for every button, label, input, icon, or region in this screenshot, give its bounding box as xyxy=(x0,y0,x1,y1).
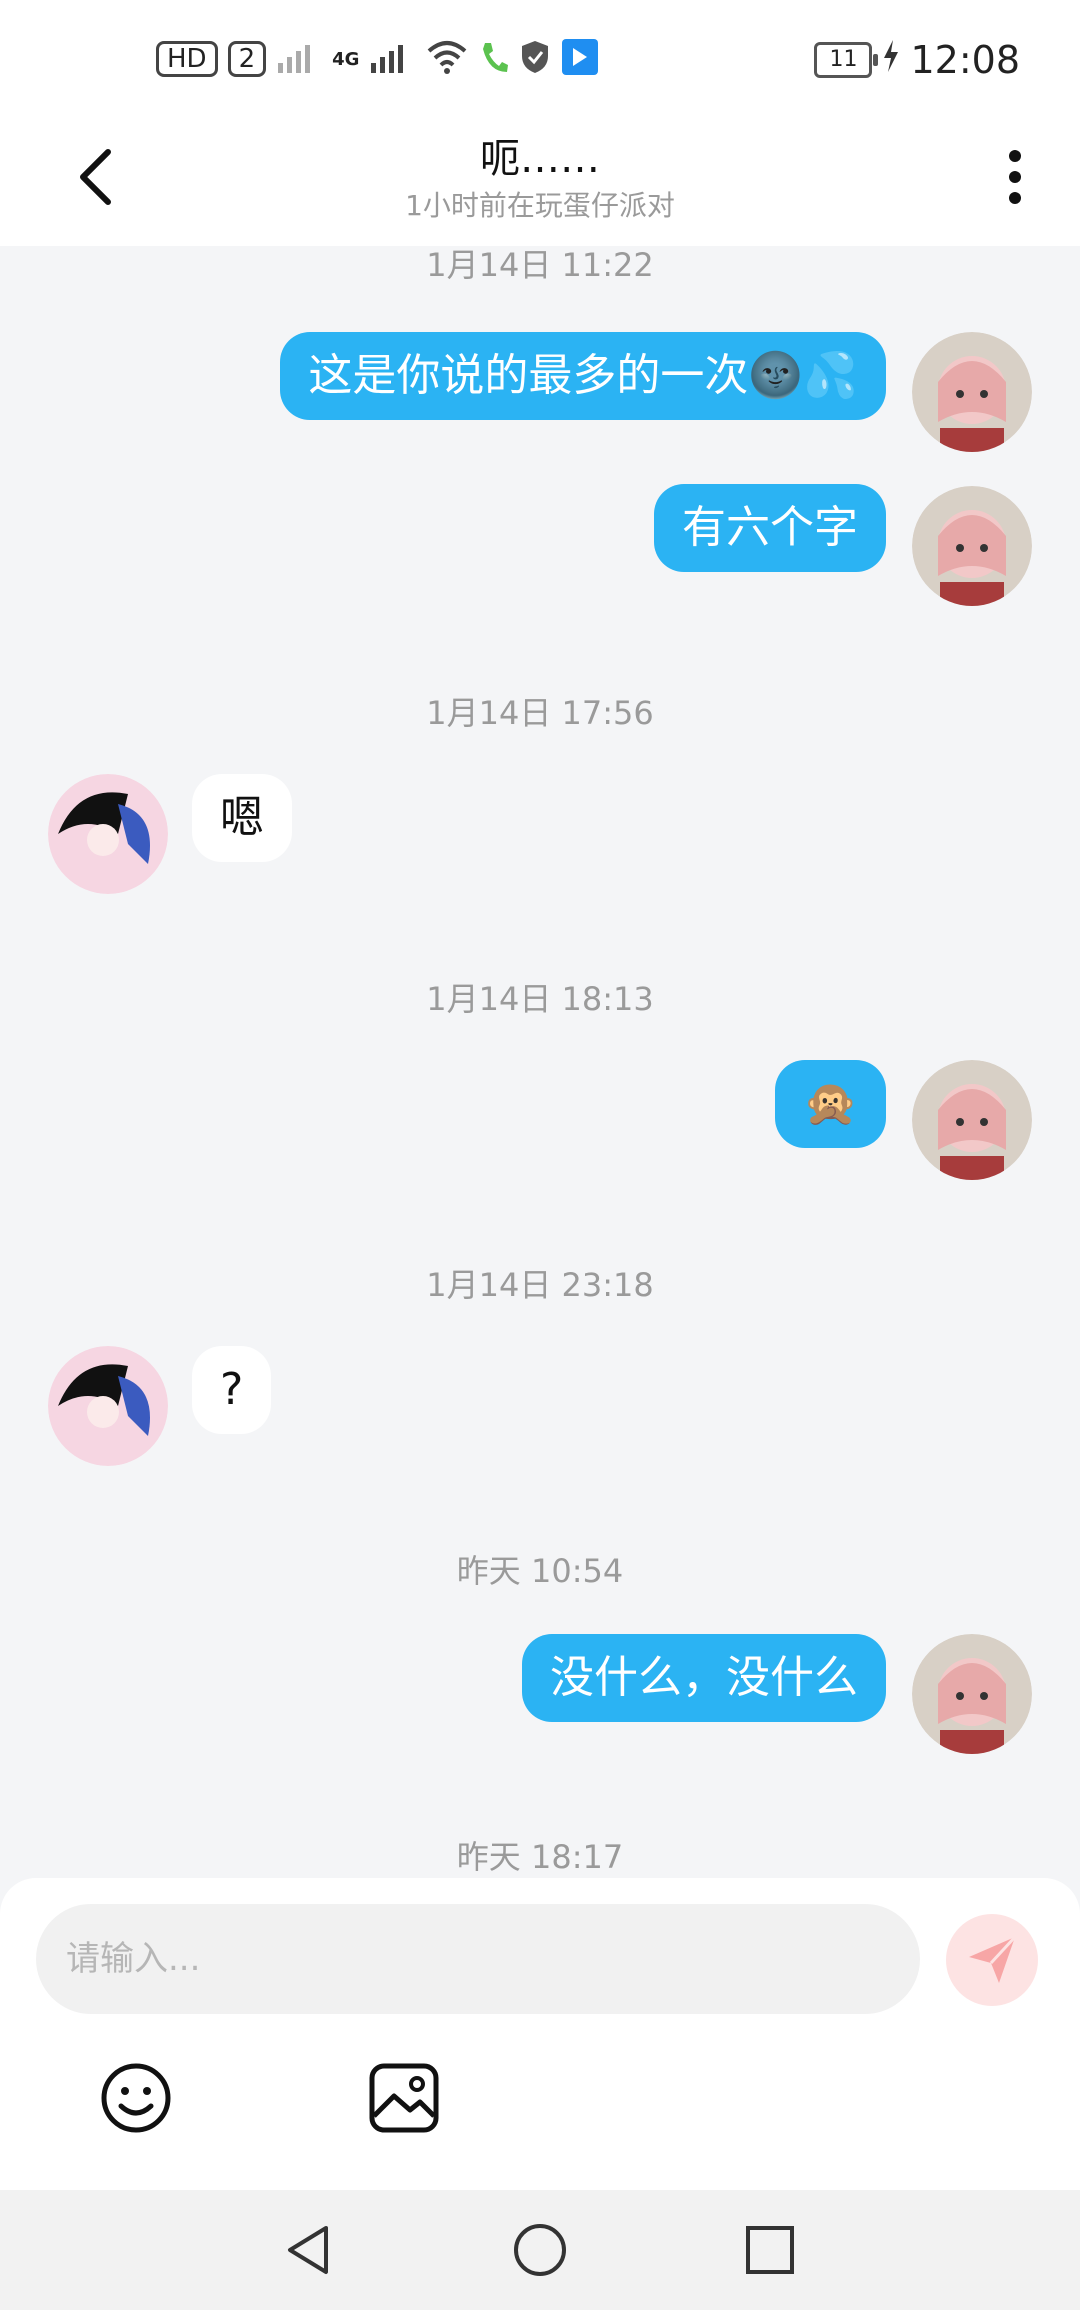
my-avatar[interactable] xyxy=(912,1634,1032,1754)
timestamp: 1月14日 11:22 xyxy=(426,246,654,284)
timestamp: 昨天 18:17 xyxy=(456,1838,624,1876)
sim-badge: 2 xyxy=(227,41,267,77)
system-nav-bar xyxy=(0,2190,1080,2310)
my-avatar[interactable] xyxy=(912,332,1032,452)
more-vertical-icon xyxy=(1009,150,1021,204)
hd-badge: HD xyxy=(156,41,218,77)
timestamp: 1月14日 18:13 xyxy=(426,980,654,1018)
clock: 12:08 xyxy=(910,38,1020,82)
timestamp: 1月14日 23:18 xyxy=(426,1266,654,1304)
signal-icon xyxy=(276,39,322,79)
nav-home-button[interactable] xyxy=(510,2220,570,2280)
more-button[interactable] xyxy=(990,142,1040,212)
status-right: 11 12:08 xyxy=(814,38,1020,82)
message-bubble-out[interactable]: 这是你说的最多的一次🌚💦 xyxy=(280,332,886,420)
image-button[interactable] xyxy=(364,2058,444,2138)
chat-title: 呃…… xyxy=(480,136,600,182)
wifi-icon xyxy=(425,39,469,79)
home-circle-icon xyxy=(514,2224,566,2276)
message-bubble-in[interactable]: ? xyxy=(192,1346,272,1434)
status-icons: HD 2 4G xyxy=(156,38,599,80)
message-bubble-out[interactable]: 🙊 xyxy=(775,1060,886,1148)
charging-icon xyxy=(882,38,900,82)
send-icon xyxy=(969,1935,1017,1983)
shield-icon xyxy=(519,39,551,79)
emoji-button[interactable] xyxy=(96,2058,176,2138)
signal-icon-2 xyxy=(369,39,415,79)
chat-header: 呃…… 1小时前在玩蛋仔派对 xyxy=(0,120,1080,246)
recents-square-icon xyxy=(746,2226,794,2274)
contact-avatar[interactable] xyxy=(48,1346,168,1466)
composer: 请输入... xyxy=(0,1878,1080,2190)
app-notification-icon xyxy=(561,38,599,80)
battery-icon: 11 xyxy=(814,42,879,78)
message-bubble-out[interactable]: 有六个字 xyxy=(654,484,886,572)
message-list[interactable]: 1月14日 11:22 这是你说的最多的一次🌚💦 有六个字 1月14日 17:5… xyxy=(0,246,1080,1886)
phone-icon xyxy=(479,39,509,79)
timestamp: 昨天 10:54 xyxy=(456,1552,624,1590)
send-button[interactable] xyxy=(946,1914,1038,2006)
message-bubble-out[interactable]: 没什么，没什么 xyxy=(522,1634,886,1722)
status-bar: HD 2 4G 11 12:08 xyxy=(0,0,1080,120)
image-icon xyxy=(369,2063,439,2133)
contact-avatar[interactable] xyxy=(48,774,168,894)
my-avatar[interactable] xyxy=(912,1060,1032,1180)
chat-subtitle: 1小时前在玩蛋仔派对 xyxy=(405,189,675,222)
emoji-icon xyxy=(101,2063,171,2133)
back-triangle-icon xyxy=(288,2226,328,2274)
timestamp: 1月14日 17:56 xyxy=(426,694,654,732)
nav-recents-button[interactable] xyxy=(740,2220,800,2280)
network-4g-label: 4G xyxy=(332,48,360,70)
my-avatar[interactable] xyxy=(912,486,1032,606)
nav-back-button[interactable] xyxy=(280,2220,340,2280)
message-bubble-in[interactable]: 嗯 xyxy=(192,774,292,862)
message-input[interactable]: 请输入... xyxy=(36,1904,920,2014)
